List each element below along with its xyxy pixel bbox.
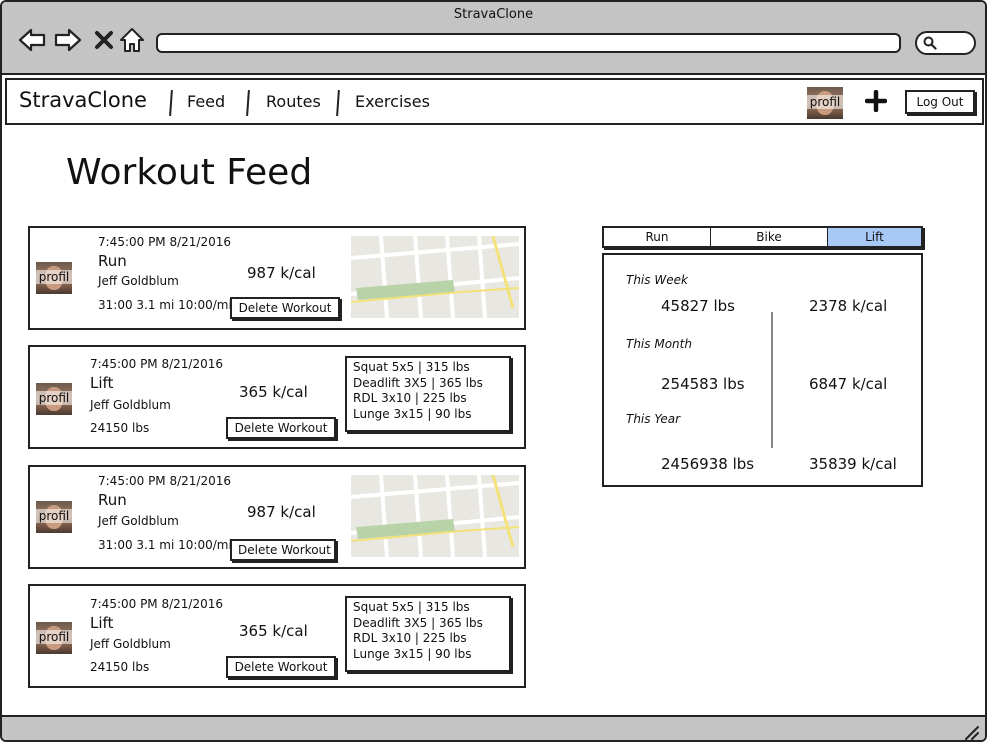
app-navbar: StravaClone Feed Routes Exercises profil… (5, 78, 984, 125)
workout-summary: 31:00 3.1 mi 10:00/mi (98, 298, 232, 312)
page-title: Workout Feed (66, 152, 313, 193)
exercise-item: Deadlift 3X5 | 365 lbs (353, 375, 483, 390)
week-weight: 45827 lbs (661, 297, 735, 315)
back-arrow-icon[interactable] (18, 26, 46, 54)
status-bar (2, 715, 985, 740)
workout-calories: 987 k/cal (247, 264, 316, 282)
nav-separator (246, 89, 250, 117)
browser-chrome: StravaClone (2, 2, 985, 75)
exercise-item: Lunge 3x15 | 90 lbs (353, 406, 472, 421)
browser-search-box[interactable] (915, 31, 976, 55)
avatar-label: profil (36, 391, 72, 405)
workout-calories: 365 k/cal (239, 383, 308, 401)
workout-timestamp: 7:45:00 PM 8/21/2016 (98, 235, 232, 249)
tab-run[interactable]: Run (604, 228, 711, 246)
workout-type: Lift (90, 614, 114, 632)
workout-calories: 987 k/cal (247, 503, 316, 521)
brand-logo[interactable]: StravaClone (19, 88, 147, 112)
exercise-item: Deadlift 3X5 | 365 lbs (353, 615, 483, 630)
exercise-list: Squat 5x5 | 315 lbs Deadlift 3X5 | 365 l… (345, 356, 511, 432)
resize-grip-icon[interactable] (963, 724, 979, 740)
avatar-label: profil (807, 95, 843, 109)
nav-separator (336, 89, 340, 117)
search-icon (923, 36, 937, 50)
workout-user[interactable]: Jeff Goldblum (98, 514, 179, 528)
avatar[interactable]: profil (36, 262, 72, 294)
year-weight: 2456938 lbs (661, 455, 755, 473)
stats-divider (771, 312, 773, 448)
exercise-item: RDL 3x10 | 225 lbs (353, 631, 467, 645)
avatar-label: profil (36, 509, 72, 523)
period-label-year: This Year (626, 412, 681, 426)
route-map[interactable] (351, 475, 519, 557)
workout-timestamp: 7:45:00 PM 8/21/2016 (90, 357, 224, 371)
url-bar[interactable] (156, 33, 901, 53)
workout-type: Run (98, 491, 127, 509)
exercise-item: RDL 3x10 | 225 lbs (353, 391, 467, 405)
stats-panel: This Week 45827 lbs 2378 k/cal This Mont… (602, 253, 923, 487)
workout-summary: 31:00 3.1 mi 10:00/mi (98, 538, 232, 552)
browser-window: StravaClone StravaClone Feed Routes Exer… (0, 0, 987, 742)
tab-lift[interactable]: Lift (828, 228, 921, 246)
nav-link-feed[interactable]: Feed (187, 92, 225, 111)
delete-workout-button[interactable]: Delete Workout (230, 297, 340, 319)
workout-card: profil 7:45:00 PM 8/21/2016 Run Jeff Gol… (28, 465, 526, 569)
window-title: StravaClone (453, 7, 534, 22)
close-icon[interactable] (90, 26, 118, 54)
workout-calories: 365 k/cal (239, 622, 308, 640)
avatar-label: profil (36, 270, 72, 284)
home-icon[interactable] (118, 26, 146, 54)
month-calories: 6847 k/cal (809, 375, 888, 393)
route-map[interactable] (351, 236, 519, 318)
nav-link-exercises[interactable]: Exercises (355, 92, 430, 111)
tab-bike[interactable]: Bike (711, 228, 828, 246)
exercise-item: Squat 5x5 | 315 lbs (353, 360, 470, 374)
workout-user[interactable]: Jeff Goldblum (98, 274, 179, 288)
workout-summary: 24150 lbs (90, 421, 150, 435)
avatar[interactable]: profil (807, 87, 843, 119)
exercise-list: Squat 5x5 | 315 lbs Deadlift 3X5 | 365 l… (345, 596, 511, 672)
workout-summary: 24150 lbs (90, 660, 150, 674)
workout-type: Lift (90, 374, 114, 392)
week-calories: 2378 k/cal (809, 297, 888, 315)
period-label-month: This Month (626, 337, 692, 351)
delete-workout-button[interactable]: Delete Workout (230, 539, 336, 561)
workout-card: profil 7:45:00 PM 8/21/2016 Run Jeff Gol… (28, 226, 526, 330)
exercise-item: Lunge 3x15 | 90 lbs (353, 646, 472, 661)
stats-tabs: Run Bike Lift (602, 226, 923, 248)
workout-card: profil 7:45:00 PM 8/21/2016 Lift Jeff Go… (28, 345, 526, 449)
workout-timestamp: 7:45:00 PM 8/21/2016 (90, 597, 224, 611)
workout-timestamp: 7:45:00 PM 8/21/2016 (98, 474, 232, 488)
avatar-label: profil (36, 630, 72, 644)
avatar[interactable]: profil (36, 501, 72, 533)
workout-user[interactable]: Jeff Goldblum (90, 398, 171, 412)
log-out-button[interactable]: Log Out (905, 90, 975, 114)
delete-workout-button[interactable]: Delete Workout (226, 417, 336, 439)
nav-separator (169, 89, 173, 117)
year-calories: 35839 k/cal (809, 455, 897, 473)
exercise-item: Squat 5x5 | 315 lbs (353, 600, 470, 614)
delete-workout-button[interactable]: Delete Workout (226, 656, 336, 678)
avatar[interactable]: profil (36, 622, 72, 654)
avatar[interactable]: profil (36, 383, 72, 415)
plus-icon[interactable] (865, 90, 887, 112)
workout-user[interactable]: Jeff Goldblum (90, 637, 171, 651)
nav-link-routes[interactable]: Routes (266, 92, 321, 111)
period-label-week: This Week (626, 273, 688, 287)
workout-card: profil 7:45:00 PM 8/21/2016 Lift Jeff Go… (28, 584, 526, 688)
month-weight: 254583 lbs (661, 375, 745, 393)
forward-arrow-icon[interactable] (54, 26, 82, 54)
workout-type: Run (98, 252, 127, 270)
